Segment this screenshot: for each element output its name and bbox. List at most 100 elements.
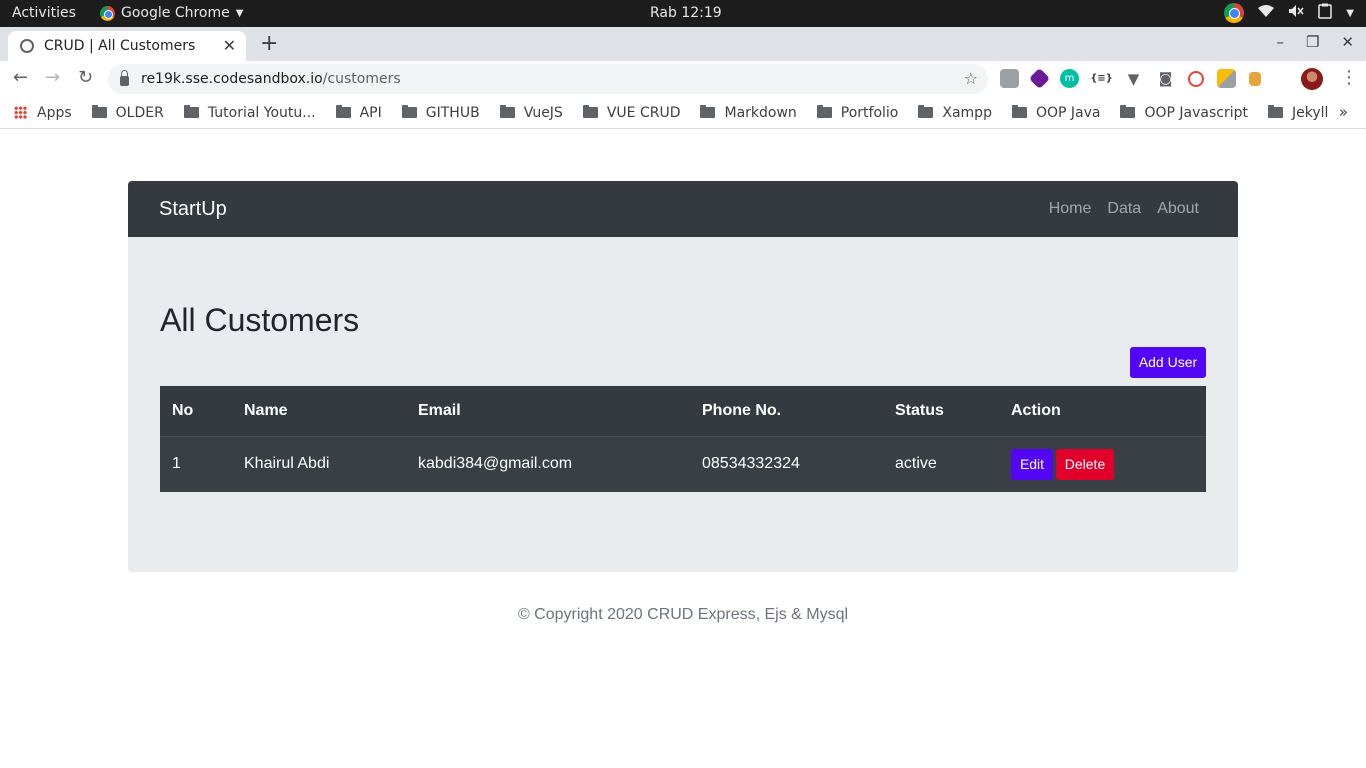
apps-grid-icon [14,106,27,119]
tab-title: CRUD | All Customers [44,38,196,54]
url-path: /customers [322,71,401,87]
minimize-icon[interactable]: – [1276,33,1284,51]
bookmark-label: Markdown [724,104,797,121]
bookmark-label: API [359,104,382,121]
folder-icon [816,105,832,118]
folder-icon [499,105,515,118]
folder-icon [700,105,716,118]
bookmark-label: Apps [37,104,72,121]
bookmark-folder[interactable]: GITHUB [401,104,480,121]
system-top-bar: Activities Google Chrome ▼ Rab 12:19 ▼ [0,0,1366,27]
activities-button[interactable]: Activities [12,5,76,21]
close-window-icon[interactable]: ✕ [1341,33,1354,51]
column-header-status: Status [883,386,999,437]
bookmark-folder[interactable]: Jekyll [1268,105,1328,121]
forward-button[interactable]: → [45,67,60,88]
tab-strip: CRUD | All Customers ✕ + – ❐ ✕ [0,27,1366,61]
folder-icon [1120,105,1136,118]
extension-1-icon[interactable] [1000,69,1019,88]
bookmark-folder[interactable]: API [335,104,382,121]
bookmark-label: OOP Javascript [1144,104,1249,121]
chrome-menu-icon[interactable]: ⋮ [1340,67,1358,88]
nav-link-home[interactable]: Home [1049,200,1092,218]
folder-icon [401,105,417,118]
page-title: All Customers [160,302,360,338]
bookmark-folder[interactable]: OOP Java [1011,104,1101,121]
browser-toolbar: ← → ↻ re19k.sse.codesandbox.io /customer… [0,61,1366,97]
bookmark-folder[interactable]: Xampp [918,105,992,121]
bookmark-label: GITHUB [425,104,480,121]
bookmark-folder[interactable]: Portfolio [816,104,899,121]
page-footer: © Copyright 2020 CRUD Express, Ejs & Mys… [517,606,849,623]
bookmark-folder[interactable]: VueJS [499,104,563,121]
folder-icon [335,105,351,118]
bookmarks-bar: Apps OLDER Tutorial Youtu... API GITHUB … [0,97,1366,129]
app-menu-label: Google Chrome [121,5,230,21]
wifi-icon [1258,4,1275,22]
edit-button[interactable]: Edit [1011,448,1053,480]
bookmark-folder[interactable]: Tutorial Youtu... [183,104,316,121]
column-header-phone: Phone No. [690,386,883,437]
column-header-name: Name [232,386,406,437]
bookmark-label: OOP Java [1035,104,1101,121]
window-controls: – ❐ ✕ [1276,33,1354,51]
bookmark-folder[interactable]: Markdown [700,104,797,121]
folder-icon [1268,105,1284,118]
app-menu[interactable]: Google Chrome ▼ [100,5,243,21]
site-navbar: StartUp Home Data About [128,181,1238,237]
back-button[interactable]: ← [13,67,28,88]
chrome-indicator-icon[interactable] [1224,3,1245,23]
bookmark-star-icon[interactable]: ☆ [964,69,978,88]
restore-icon[interactable]: ❐ [1306,33,1319,51]
folder-icon [183,105,199,118]
bookmark-label: VueJS [523,104,563,121]
bookmark-folder[interactable]: OOP Javascript [1120,105,1248,121]
nav-link-about[interactable]: About [1157,200,1199,218]
cell-no: 1 [160,436,232,492]
address-bar[interactable]: re19k.sse.codesandbox.io /customers ☆ [108,64,988,94]
globe-icon [20,39,34,53]
camera-icon[interactable]: ◙ [1156,69,1175,88]
browser-tab-active[interactable]: CRUD | All Customers ✕ [8,31,246,61]
reload-button[interactable]: ↻ [78,67,93,88]
folder-icon [1011,105,1027,118]
folder-icon [582,105,598,118]
bookmark-folder[interactable]: VUE CRUD [582,105,680,121]
extensions-area: m {≡} ▼ ◙ [1000,67,1261,90]
extension-3-icon[interactable]: m [1060,69,1079,88]
extension-swirl-icon[interactable] [1188,70,1204,87]
bookmarks-overflow-icon[interactable]: » [1339,103,1348,121]
system-tray[interactable]: ▼ [1224,3,1354,23]
cell-email: kabdi384@gmail.com [406,436,690,492]
site-brand[interactable]: StartUp [159,198,227,221]
chevron-down-icon: ▼ [235,7,244,19]
bookmark-folder[interactable]: OLDER [91,105,164,121]
bookmark-label: Tutorial Youtu... [207,104,316,121]
extension-hammer-icon[interactable] [1249,71,1261,86]
bookmark-label: Xampp [942,104,992,121]
clock[interactable]: Rab 12:19 [650,5,722,21]
clipboard-icon [1318,3,1333,23]
bookmark-label: Portfolio [840,104,899,121]
profile-avatar[interactable] [1301,68,1323,90]
cell-status: active [883,436,999,492]
new-tab-button[interactable]: + [260,31,278,56]
chevron-down-icon: ▼ [1346,7,1354,19]
customers-table: No Name Email Phone No. Status Action 1 … [160,386,1206,492]
bookmark-label: Jekyll [1292,104,1329,121]
table-header-row: No Name Email Phone No. Status Action [160,386,1206,437]
folder-icon [91,105,107,118]
chrome-icon [100,5,115,21]
cell-name: Khairul Abdi [232,436,406,492]
extension-2-icon[interactable] [1028,67,1051,90]
extension-pencil-icon[interactable] [1217,69,1236,88]
delete-button[interactable]: Delete [1056,448,1114,480]
bookmark-apps[interactable]: Apps [14,105,72,121]
nav-link-data[interactable]: Data [1107,200,1141,218]
add-user-button[interactable]: Add User [1130,347,1206,378]
cell-phone: 08534332324 [690,436,883,492]
lock-icon[interactable] [120,70,129,86]
close-tab-icon[interactable]: ✕ [223,36,236,55]
json-viewer-icon[interactable]: {≡} [1090,69,1113,88]
vue-devtools-icon[interactable]: ▼ [1124,69,1143,88]
